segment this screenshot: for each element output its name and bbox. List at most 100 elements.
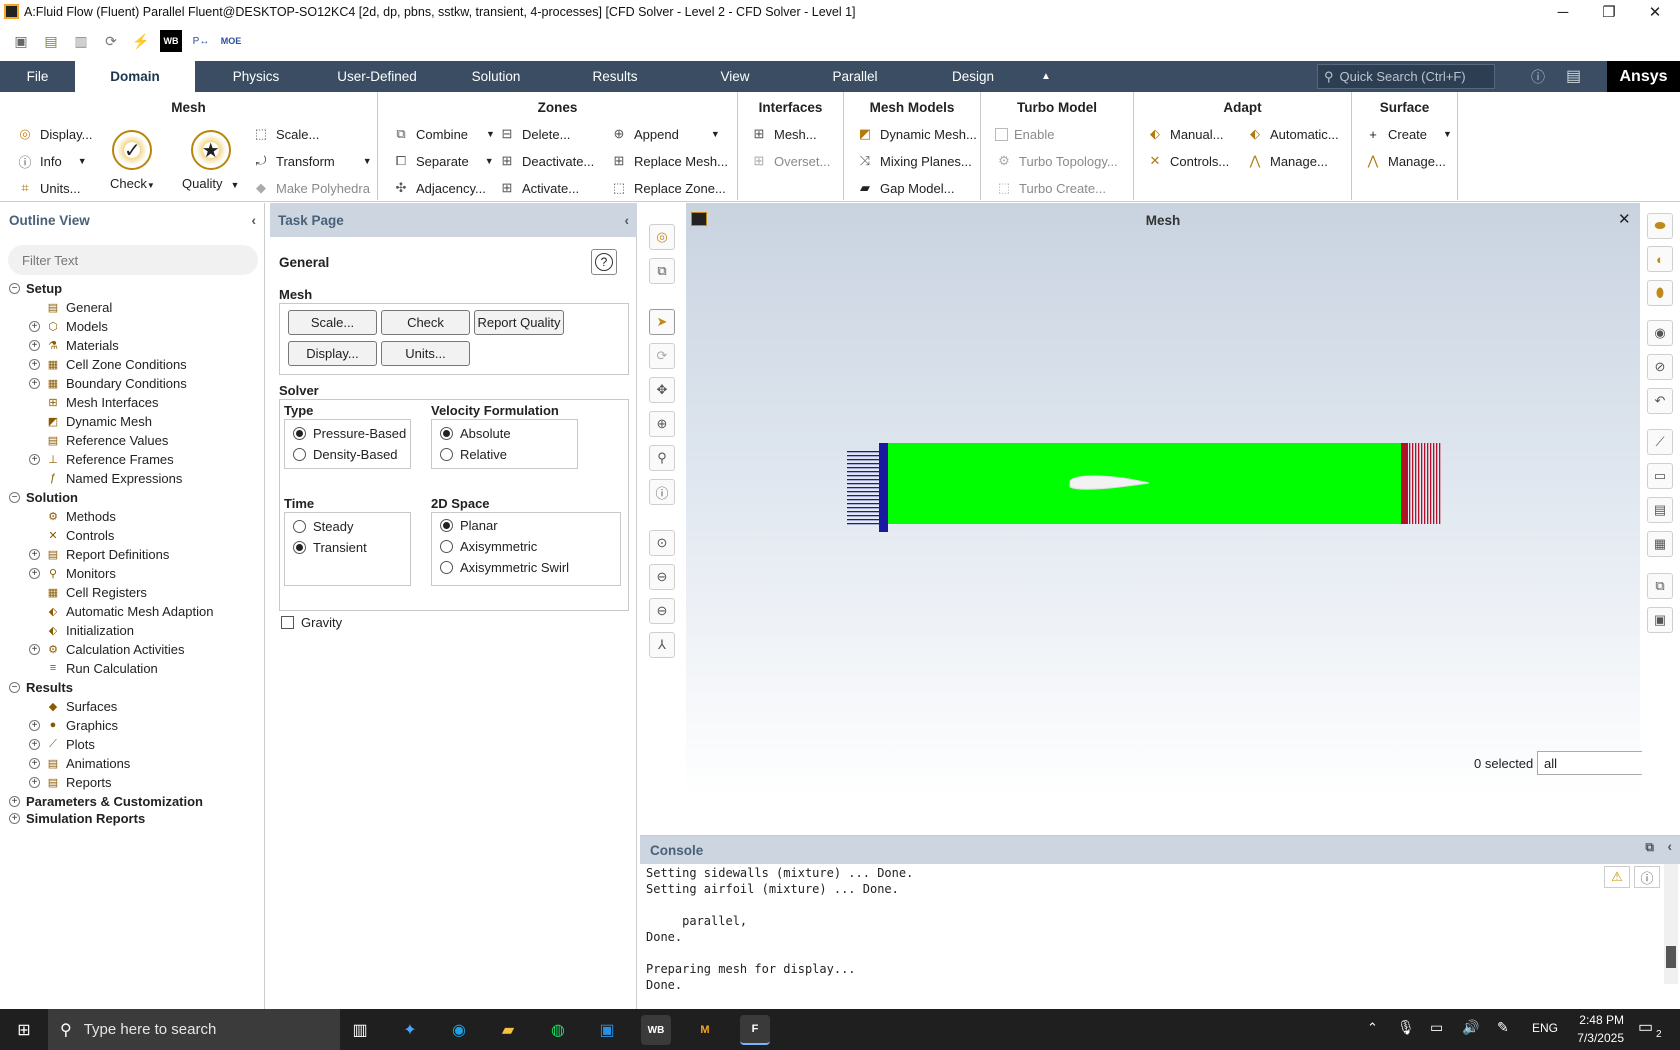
tab-view[interactable]: View xyxy=(675,61,795,92)
mesh-check-button[interactable]: ✓ Check▼ xyxy=(110,130,155,191)
check-button[interactable]: Check xyxy=(381,310,470,335)
zones-adjacency-button[interactable]: ✣ Adjacency... xyxy=(392,177,486,199)
parameters-icon[interactable]: P↔ xyxy=(190,30,212,52)
expand-icon[interactable]: + xyxy=(9,795,20,807)
outline-item-plots[interactable]: + ⟋ Plots xyxy=(29,735,95,753)
radio-pressure-based[interactable]: Pressure-Based xyxy=(293,426,406,441)
turbo-enable-checkbox[interactable]: Enable xyxy=(995,123,1054,145)
collapse-ribbon-icon[interactable]: ▲ xyxy=(1031,61,1061,92)
mixing-planes-button[interactable]: ⤨ Mixing Planes... xyxy=(856,150,972,172)
outline-item-general[interactable]: ▤ General xyxy=(29,298,112,316)
collapse-panel-icon[interactable]: ‹ xyxy=(252,213,257,228)
gravity-checkbox[interactable]: Gravity xyxy=(281,615,342,630)
display-button[interactable]: Display... xyxy=(288,341,377,366)
expand-icon[interactable]: + xyxy=(29,738,40,750)
zoom-in-icon[interactable]: ⊖ xyxy=(649,564,675,590)
console-scrollbar-thumb[interactable] xyxy=(1666,946,1676,968)
mechanical-taskbar-app[interactable]: M xyxy=(690,1015,720,1045)
read-case-icon[interactable]: ▤ xyxy=(40,30,62,52)
layout-icon[interactable]: ▦ xyxy=(1647,531,1673,557)
zones-delete-button[interactable]: ⊟ Delete... xyxy=(498,123,571,145)
zones-separate-button[interactable]: ⧠ Separate ▼ xyxy=(392,150,494,172)
scale-button[interactable]: Scale... xyxy=(288,310,377,335)
interfaces-overset-button[interactable]: ⊞ Overset... xyxy=(750,150,831,172)
expand-icon[interactable]: + xyxy=(29,548,40,560)
outline-item-reference-frames[interactable]: + ⊥ Reference Frames xyxy=(29,450,174,468)
collapse-icon[interactable]: − xyxy=(9,282,20,294)
volume-icon[interactable]: 🔊 xyxy=(1462,1019,1479,1036)
outline-item-controls[interactable]: ✕ Controls xyxy=(29,526,114,544)
expand-icon[interactable]: + xyxy=(29,320,40,332)
outline-item-automatic-mesh-adaption[interactable]: ⬖ Automatic Mesh Adaption xyxy=(29,602,214,620)
gap-model-button[interactable]: ▰ Gap Model... xyxy=(856,177,954,199)
copy-icon[interactable]: ⧉ xyxy=(1647,573,1673,599)
report-quality-button[interactable]: Report Quality xyxy=(474,310,564,335)
tab-domain[interactable]: Domain xyxy=(75,61,195,92)
expand-icon[interactable]: + xyxy=(29,567,40,579)
outline-item-solution[interactable]: − Solution xyxy=(9,488,78,506)
snapshot-icon[interactable]: ▣ xyxy=(1647,607,1673,633)
mesh-quality-button[interactable]: ★ Quality ▼ xyxy=(182,130,239,191)
mesh-units-button[interactable]: ⌗ Units... xyxy=(16,177,80,199)
expand-icon[interactable]: + xyxy=(29,719,40,731)
zoom-box-icon[interactable]: ⚲ xyxy=(649,445,675,471)
outline-item-named-expressions[interactable]: ƒ Named Expressions xyxy=(29,469,182,487)
dynamic-mesh-button[interactable]: ◩ Dynamic Mesh... xyxy=(856,123,977,145)
hide-icon[interactable]: ⊘ xyxy=(1647,354,1673,380)
collapse-icon[interactable]: − xyxy=(9,681,20,693)
outline-item-run-calculation[interactable]: ≡ Run Calculation xyxy=(29,659,158,677)
mesh-info-button[interactable]: ⓘ Info ▼ xyxy=(16,150,86,172)
store-icon[interactable]: ▣ xyxy=(592,1015,622,1045)
windows-start-icon[interactable]: ⊞ xyxy=(9,1015,39,1045)
outline-item-surfaces[interactable]: ◆ Surfaces xyxy=(29,697,118,715)
replace-zone-button[interactable]: ⬚ Replace Zone... xyxy=(610,177,726,199)
graphics-window[interactable]: Mesh ✕ 0 selected all▼ xyxy=(686,203,1672,797)
adapt-automatic-button[interactable]: ⬖ Automatic... xyxy=(1246,123,1339,145)
file-explorer-icon[interactable]: ▰ xyxy=(493,1015,523,1045)
radio-circle[interactable] xyxy=(293,520,306,533)
make-polyhedra-button[interactable]: ◆ Make Polyhedra xyxy=(252,177,370,199)
warning-icon[interactable]: ⚠ xyxy=(1604,866,1630,888)
help-button[interactable]: ? xyxy=(591,249,617,275)
view-top-icon[interactable]: ⬬ xyxy=(1647,213,1673,239)
radio-circle[interactable] xyxy=(293,541,306,554)
task-view-icon[interactable]: ▥ xyxy=(345,1015,375,1045)
radio-steady[interactable]: Steady xyxy=(293,519,353,534)
probe-info-icon[interactable]: ⓘ xyxy=(649,479,675,505)
fluent-taskbar-app[interactable]: F xyxy=(740,1015,770,1045)
console-scrollbar[interactable] xyxy=(1664,864,1678,984)
expand-icon[interactable]: + xyxy=(29,339,40,351)
expand-icon[interactable]: + xyxy=(29,358,40,370)
outline-item-methods[interactable]: ⚙ Methods xyxy=(29,507,116,525)
zones-append-button[interactable]: ⊕ Append ▼ xyxy=(610,123,720,145)
copilot-icon[interactable]: ✦ xyxy=(395,1015,425,1045)
spotify-icon[interactable]: ◍ xyxy=(543,1015,573,1045)
minimize-button[interactable]: ─ xyxy=(1540,0,1586,24)
clock-date[interactable]: 7/3/2025 xyxy=(1570,1031,1624,1045)
outline-item-parameters-customization[interactable]: + Parameters & Customization xyxy=(9,792,203,810)
tab-design[interactable]: Design xyxy=(915,61,1031,92)
units-button[interactable]: Units... xyxy=(381,341,470,366)
outline-item-materials[interactable]: + ⚗ Materials xyxy=(29,336,119,354)
outline-item-models[interactable]: + ⬡ Models xyxy=(29,317,108,335)
tab-parallel[interactable]: Parallel xyxy=(795,61,915,92)
expand-icon[interactable]: + xyxy=(29,776,40,788)
radio-circle[interactable] xyxy=(440,561,453,574)
radio-circle[interactable] xyxy=(293,427,306,440)
zones-deactivate-button[interactable]: ⊞ Deactivate... xyxy=(498,150,595,172)
radio-absolute[interactable]: Absolute xyxy=(440,426,511,441)
radio-circle[interactable] xyxy=(440,427,453,440)
show-hidden-icons[interactable]: ⌃ xyxy=(1367,1020,1378,1036)
orthographic-icon[interactable]: ⧉ xyxy=(649,258,675,284)
adapt-manage-button[interactable]: ⋀ Manage... xyxy=(1246,150,1328,172)
zones-combine-button[interactable]: ⧉ Combine ▼ xyxy=(392,123,495,145)
tab-file[interactable]: File xyxy=(0,61,75,92)
rotate-icon[interactable]: ⟳ xyxy=(649,343,675,369)
float-console-icon[interactable]: ⧉ xyxy=(1645,840,1654,855)
expand-icon[interactable]: + xyxy=(29,377,40,389)
workbench-taskbar-app[interactable]: WB xyxy=(641,1015,671,1045)
outline-item-cell-registers[interactable]: ▦ Cell Registers xyxy=(29,583,147,601)
undo-view-icon[interactable]: ↶ xyxy=(1647,388,1673,414)
expand-icon[interactable]: + xyxy=(9,812,20,824)
outline-item-monitors[interactable]: + ⚲ Monitors xyxy=(29,564,116,582)
